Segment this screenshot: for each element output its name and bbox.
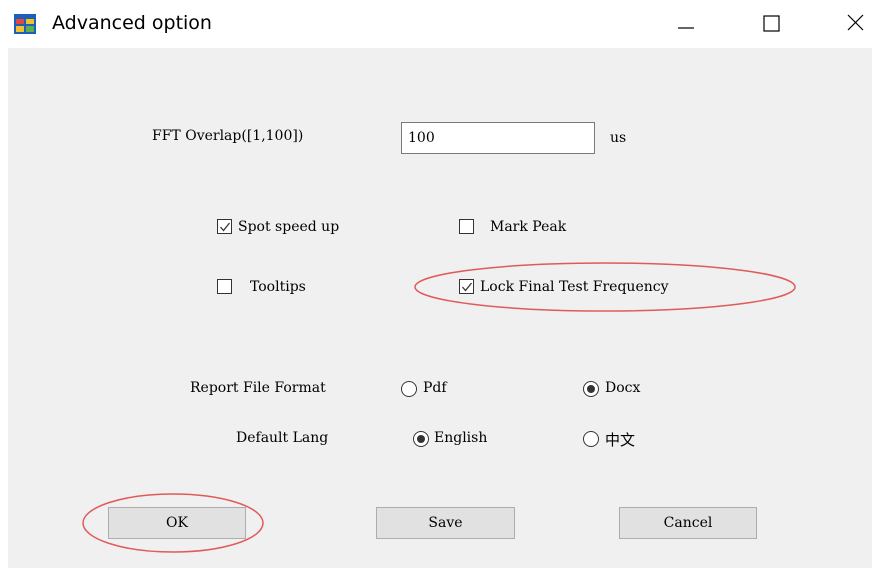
lang-english-label: English	[434, 430, 488, 446]
lock-final-test-frequency-checkbox[interactable]	[459, 279, 474, 294]
fft-overlap-label: FFT Overlap([1,100])	[152, 128, 304, 144]
minimize-icon	[678, 27, 694, 29]
app-window-icon	[14, 14, 36, 34]
checkmark-icon	[462, 282, 473, 292]
minimize-button[interactable]	[660, 0, 718, 48]
report-format-docx-label: Docx	[605, 380, 641, 396]
close-icon	[847, 14, 864, 31]
tooltips-checkbox[interactable]	[217, 279, 232, 294]
report-format-docx-radio[interactable]	[583, 381, 599, 397]
lock-final-test-frequency-label: Lock Final Test Frequency	[480, 279, 669, 295]
default-lang-label: Default Lang	[236, 430, 329, 446]
lang-chinese-radio[interactable]	[583, 431, 599, 447]
maximize-icon	[763, 15, 780, 32]
ok-button[interactable]: OK	[108, 507, 246, 539]
radio-selected-dot	[587, 385, 595, 393]
cancel-button[interactable]: Cancel	[619, 507, 757, 539]
maximize-button[interactable]	[742, 0, 800, 48]
radio-selected-dot	[417, 435, 425, 443]
fft-overlap-unit: us	[610, 130, 627, 146]
spot-speed-up-checkbox[interactable]	[217, 219, 232, 234]
report-format-pdf-radio[interactable]	[401, 381, 417, 397]
lang-chinese-label: 中文	[605, 431, 636, 449]
tooltips-label: Tooltips	[250, 279, 306, 295]
report-file-format-label: Report File Format	[190, 380, 326, 396]
checkmark-icon	[220, 222, 231, 232]
close-button[interactable]	[826, 0, 879, 48]
window-title: Advanced option	[52, 12, 212, 34]
report-format-pdf-label: Pdf	[423, 380, 447, 396]
save-button[interactable]: Save	[376, 507, 515, 539]
fft-overlap-input[interactable]	[401, 122, 595, 154]
title-bar: Advanced option	[0, 0, 879, 48]
lang-english-radio[interactable]	[413, 431, 429, 447]
mark-peak-checkbox[interactable]	[459, 219, 474, 234]
spot-speed-up-label: Spot speed up	[238, 219, 340, 235]
mark-peak-label: Mark Peak	[490, 219, 567, 235]
